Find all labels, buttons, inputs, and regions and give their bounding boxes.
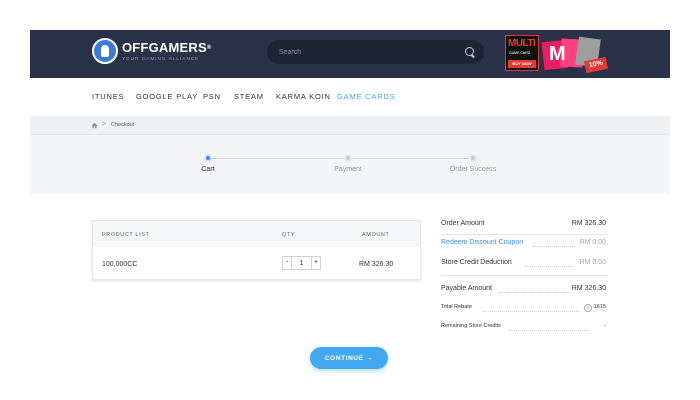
checkout-page: OFFGAMERS® YOUR GAMING ALLIANCE MULTI GA… xyxy=(0,0,700,400)
redeem-discount-coupon-link[interactable]: Redeem Discount Coupon xyxy=(441,239,523,246)
step-dot-order-success xyxy=(469,154,477,162)
breadcrumb-current: Checkout xyxy=(111,122,135,128)
product-name: 100,000CC xyxy=(102,261,138,268)
product-table: PRODUCT LIST QTY AMOUNT 100,000CC - + RM… xyxy=(92,220,421,280)
offgamers-logo[interactable]: OFFGAMERS® YOUR GAMING ALLIANCE xyxy=(92,38,211,64)
multi-game-card-promo-banner[interactable]: MULTI GAME CARD BUY NOW M 10% xyxy=(505,33,610,75)
remaining-store-credits-label: Remaining Store Credits xyxy=(441,323,501,329)
promo-buy-now: BUY NOW xyxy=(508,60,536,68)
steps-progress-line xyxy=(208,158,473,159)
store-credit-label: Store Credit Deduction xyxy=(441,259,512,266)
total-rebate-value: 1615 xyxy=(593,304,606,310)
quantity-stepper: - + xyxy=(282,256,321,270)
discount-value: RM 0.00 xyxy=(579,239,606,246)
column-header-amount: AMOUNT xyxy=(362,232,390,238)
search-bar xyxy=(267,40,484,64)
logo-mark-icon xyxy=(92,38,118,64)
nav-item-google-play[interactable]: GOOGLE PLAY xyxy=(136,92,198,101)
column-header-product: PRODUCT LIST xyxy=(102,232,150,238)
product-amount: RM 326.30 xyxy=(359,261,394,268)
rebate-coin-icon: $ xyxy=(584,304,592,312)
breadcrumb: > Checkout xyxy=(30,116,670,135)
continue-button[interactable]: CONTINUE → xyxy=(310,347,388,369)
summary-row-remaining-credits: Remaining Store Credits - xyxy=(441,321,608,335)
promo-multi-text: MULTI xyxy=(508,38,536,49)
promo-m-letter: M xyxy=(549,43,566,65)
summary-row-rebate: Total Rebate $ 1615 xyxy=(441,302,608,316)
qty-increase-button[interactable]: + xyxy=(311,256,321,270)
checkout-steps: Cart Payment Order Success xyxy=(30,135,670,194)
step-label-cart: Cart xyxy=(201,166,215,173)
nav-item-itunes[interactable]: ITUNES xyxy=(92,92,124,101)
step-dot-cart xyxy=(204,154,212,162)
summary-row-discount: Redeem Discount Coupon RM 0.00 xyxy=(441,237,608,251)
search-input[interactable] xyxy=(279,45,449,59)
site-header: OFFGAMERS® YOUR GAMING ALLIANCE MULTI GA… xyxy=(30,30,670,78)
qty-decrease-button[interactable]: - xyxy=(282,256,292,270)
step-label-order-success: Order Success xyxy=(449,166,497,173)
nav-item-karma-koin[interactable]: KARMA KOIN xyxy=(276,92,331,101)
breadcrumb-separator: > xyxy=(102,121,107,128)
qty-input[interactable] xyxy=(292,256,311,270)
category-nav: ITUNES GOOGLE PLAY PSN STEAM KARMA KOIN … xyxy=(30,78,670,116)
nav-item-steam[interactable]: STEAM xyxy=(234,92,264,101)
promo-multi-card: MULTI GAME CARD BUY NOW xyxy=(505,35,539,71)
payable-amount-value: RM 326.30 xyxy=(571,285,606,292)
logo-registered-mark: ® xyxy=(206,44,212,51)
summary-row-payable: Payable Amount RM 326.30 xyxy=(441,283,608,297)
logo-tagline: YOUR GAMING ALLIANCE xyxy=(122,55,200,61)
store-credit-value: RM 0.00 xyxy=(579,259,606,266)
total-rebate-label: Total Rebate xyxy=(441,304,472,310)
home-icon[interactable] xyxy=(91,122,98,129)
payable-amount-label: Payable Amount xyxy=(441,285,492,292)
summary-row-order-amount: Order Amount RM 326.30 xyxy=(441,218,608,232)
nav-item-game-cards[interactable]: GAME CARDS xyxy=(337,92,395,101)
table-header: PRODUCT LIST QTY AMOUNT xyxy=(93,221,420,247)
order-summary: Order Amount RM 326.30 Redeem Discount C… xyxy=(441,214,608,334)
order-amount-label: Order Amount xyxy=(441,220,485,227)
summary-row-store-credit: Store Credit Deduction RM 0.00 xyxy=(441,257,608,271)
nav-item-psn[interactable]: PSN xyxy=(203,92,221,101)
search-icon[interactable] xyxy=(465,47,474,56)
remaining-store-credits-value: - xyxy=(604,323,606,329)
column-header-qty: QTY xyxy=(282,232,296,238)
logo-name: OFFGAMERS xyxy=(122,39,207,55)
step-label-payment: Payment xyxy=(334,166,362,173)
order-amount-value: RM 326.30 xyxy=(571,220,606,227)
step-dot-payment xyxy=(344,154,352,162)
promo-sub-text: GAME CARD xyxy=(509,51,531,55)
